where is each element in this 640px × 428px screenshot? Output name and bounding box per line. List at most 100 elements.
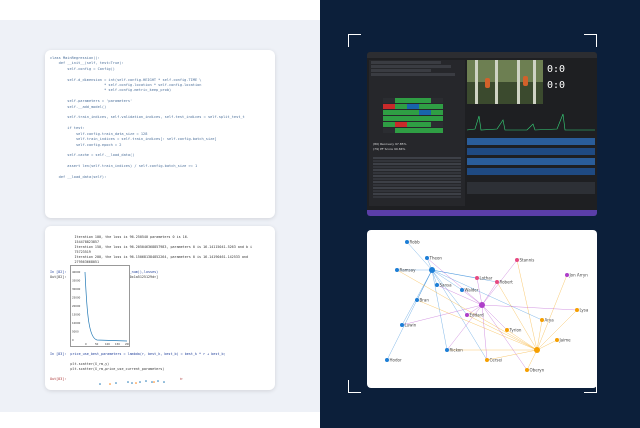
- graph-node-label: Lysa: [580, 308, 589, 313]
- network-graph-card: Robb Ramsay Theon Sansa Bran Walder Lothar Robe…: [367, 230, 597, 388]
- grid-cell: [395, 104, 407, 109]
- grid-cell: [407, 110, 419, 115]
- stat-pf-score: (79) PF Score 99.84%: [373, 147, 406, 151]
- x-tick-label: 150: [115, 342, 120, 346]
- grid-cell: [431, 104, 443, 109]
- stats-row: [373, 190, 461, 192]
- grid-cell: [431, 128, 443, 133]
- grid-cell: [395, 122, 407, 127]
- editor-settings-panel: (80) Recovery 97.85% (79) PF Score 99.84…: [369, 60, 465, 206]
- graph-node[interactable]: [415, 298, 419, 302]
- graph-hub-node[interactable]: [479, 302, 485, 308]
- graph-node[interactable]: [460, 288, 464, 292]
- graph-node[interactable]: [515, 258, 519, 262]
- graph-node-label: Ramsay: [400, 268, 417, 273]
- graph-node[interactable]: [525, 368, 529, 372]
- grid-cell: [419, 122, 431, 127]
- stats-row: [373, 163, 461, 165]
- timeline-track-1[interactable]: [467, 138, 595, 145]
- graph-hub-node[interactable]: [429, 267, 435, 273]
- settings-row[interactable]: [371, 69, 431, 72]
- timeline-track-5[interactable]: [467, 182, 595, 194]
- timeline-track-3[interactable]: [467, 158, 595, 165]
- graph-edge: [426, 257, 483, 306]
- editor-menubar[interactable]: [367, 52, 597, 58]
- settings-row[interactable]: [371, 61, 441, 64]
- code-editor-card: class MainRegression(): def __init__(sel…: [45, 50, 275, 218]
- graph-node[interactable]: [475, 276, 479, 280]
- tree-trunk: [495, 60, 498, 104]
- grid-cell: [407, 104, 419, 109]
- graph-node-label: Walder: [465, 288, 479, 293]
- stats-row: [373, 172, 461, 174]
- stats-row: [373, 187, 461, 189]
- stats-row: [373, 157, 461, 159]
- graph-node-label: Bran: [420, 298, 430, 303]
- graph-node[interactable]: [465, 313, 469, 317]
- graph-node-label: Hodor: [390, 358, 402, 363]
- graph-node[interactable]: [565, 273, 569, 277]
- editor-status-bar: [367, 210, 597, 216]
- timeline-track-4[interactable]: [467, 168, 595, 175]
- timecode-bottom: 0:0: [547, 80, 566, 91]
- settings-row[interactable]: [371, 65, 451, 68]
- stats-row: [373, 160, 461, 162]
- frame-corner-top-left: [348, 34, 361, 47]
- graph-hub-node[interactable]: [534, 347, 540, 353]
- stats-row: [373, 166, 461, 168]
- graph-node[interactable]: [395, 268, 399, 272]
- graph-edge: [481, 304, 578, 311]
- scatter-svg: [99, 380, 165, 385]
- y-tick-label: 0: [72, 338, 74, 342]
- grid-cell: [383, 98, 395, 103]
- frame-corner-top-right: [584, 34, 597, 47]
- network-graph-svg[interactable]: Robb Ramsay Theon Sansa Bran Walder Lothar Robe…: [367, 230, 597, 388]
- graph-node[interactable]: [505, 328, 509, 332]
- scatter-plot-preview: [70, 375, 180, 389]
- grid-cell: [383, 110, 395, 115]
- graph-node[interactable]: [540, 318, 544, 322]
- graph-node[interactable]: [385, 358, 389, 362]
- graph-node[interactable]: [575, 308, 579, 312]
- graph-node[interactable]: [445, 348, 449, 352]
- timecode-top: 0:0: [547, 64, 566, 75]
- graph-node[interactable]: [425, 256, 429, 260]
- graph-node-label: Lothar: [480, 276, 493, 281]
- graph-node[interactable]: [405, 240, 409, 244]
- grid-cell: [419, 128, 431, 133]
- frame-corner-bottom-left: [348, 380, 361, 393]
- stats-row: [373, 196, 461, 198]
- grid-cell: [431, 116, 443, 121]
- graph-node-label: Cersei: [490, 358, 503, 363]
- graph-node-label: Robb: [410, 240, 421, 245]
- quality-grid: [383, 98, 443, 134]
- settings-row[interactable]: [371, 73, 455, 76]
- graph-node-label: Stannis: [520, 258, 535, 263]
- grid-cell: [419, 98, 431, 103]
- timeline-track-2[interactable]: [467, 148, 595, 155]
- graph-edge: [416, 299, 538, 351]
- video-preview[interactable]: [467, 60, 543, 104]
- graph-node[interactable]: [435, 283, 439, 287]
- person-figure: [523, 76, 528, 86]
- stats-row: [373, 181, 461, 183]
- graph-node[interactable]: [555, 338, 559, 342]
- stats-list: [373, 156, 461, 199]
- grid-cell: [383, 128, 395, 133]
- notebook-cell-83-input[interactable]: In [83]: price_use_best_parameters = lam…: [50, 352, 226, 356]
- grid-cell: [419, 104, 431, 109]
- graph-edge: [516, 259, 538, 351]
- grid-cell: [407, 128, 419, 133]
- graph-node[interactable]: [400, 323, 404, 327]
- graph-edge: [481, 304, 508, 331]
- stats-row: [373, 178, 461, 180]
- graph-node[interactable]: [485, 358, 489, 362]
- y-tick-label: 5000: [72, 330, 79, 334]
- stats-row: [373, 169, 461, 171]
- audio-waveform: [467, 113, 595, 131]
- graph-node[interactable]: [495, 280, 499, 284]
- x-tick-label: 50: [95, 342, 99, 346]
- graph-node-label: Jon Arryn: [569, 273, 589, 278]
- y-tick-label: 10000: [72, 321, 81, 325]
- person-figure: [485, 78, 490, 88]
